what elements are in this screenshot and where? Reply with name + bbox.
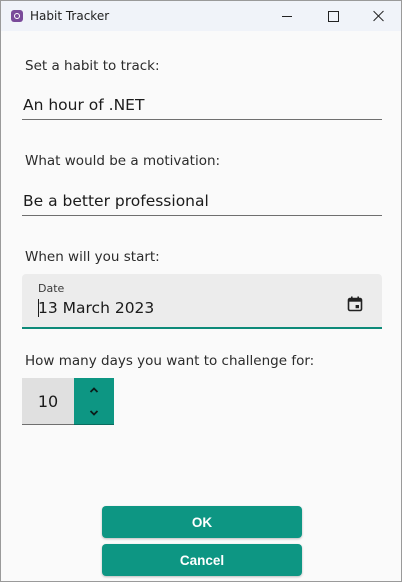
- stepper-buttons: [74, 378, 114, 425]
- motivation-input[interactable]: [22, 186, 382, 216]
- close-button[interactable]: [356, 1, 402, 31]
- calendar-icon[interactable]: [347, 296, 363, 312]
- start-date-label: When will you start:: [25, 249, 160, 265]
- maximize-icon: [327, 10, 339, 22]
- app-icon: [11, 10, 23, 22]
- cancel-button[interactable]: Cancel: [102, 544, 302, 576]
- title-bar[interactable]: Habit Tracker: [1, 1, 401, 31]
- decrement-button[interactable]: [74, 401, 114, 424]
- days-stepper: 10: [22, 378, 114, 425]
- habit-label: Set a habit to track:: [25, 58, 160, 74]
- days-value[interactable]: 10: [22, 378, 74, 425]
- chevron-up-icon: [89, 386, 99, 393]
- start-date-picker[interactable]: Date 13 March 2023: [22, 274, 382, 329]
- minimize-button[interactable]: [264, 1, 310, 31]
- window-title: Habit Tracker: [30, 9, 110, 23]
- date-field-value: 13 March 2023: [38, 299, 155, 317]
- date-field-caption: Date: [38, 282, 65, 295]
- ok-button[interactable]: OK: [102, 506, 302, 538]
- close-icon: [373, 10, 385, 22]
- minimize-icon: [282, 15, 292, 17]
- increment-button[interactable]: [74, 378, 114, 401]
- maximize-button[interactable]: [310, 1, 356, 31]
- motivation-label: What would be a motivation:: [25, 153, 221, 169]
- habit-input[interactable]: [22, 90, 382, 120]
- chevron-down-icon: [89, 409, 99, 416]
- app-window: Habit Tracker Set a habit to track: What…: [0, 0, 402, 582]
- days-label: How many days you want to challenge for:: [25, 353, 315, 369]
